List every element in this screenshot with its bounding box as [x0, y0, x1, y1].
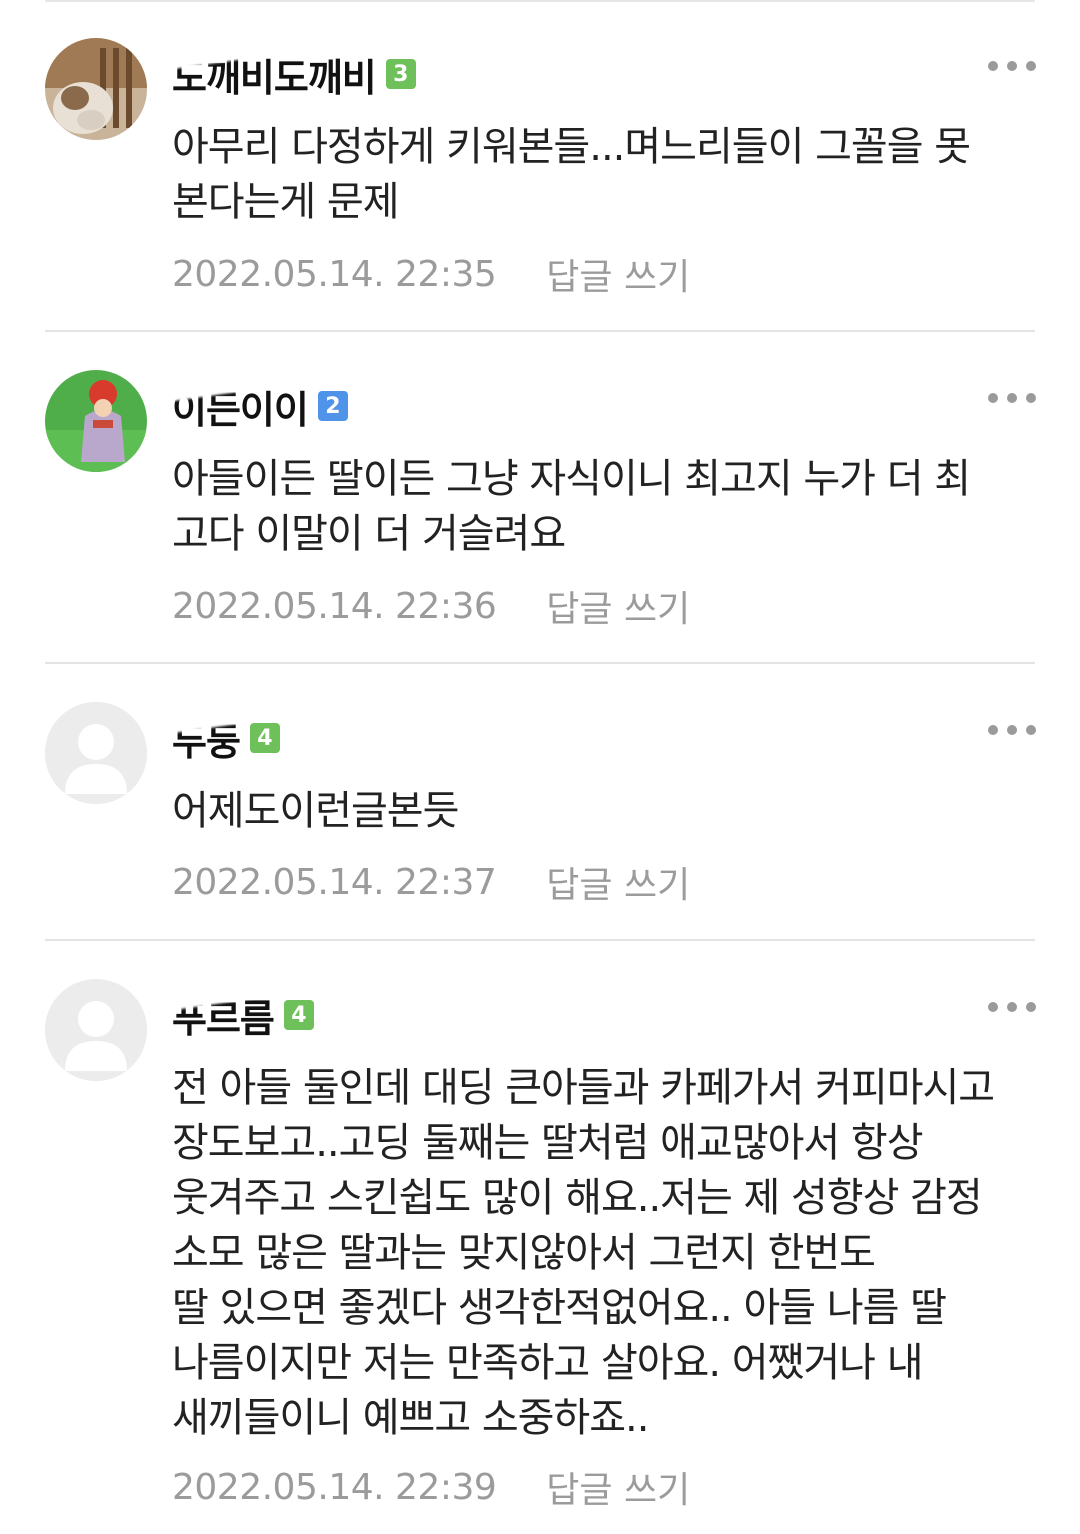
avatar[interactable] — [45, 38, 147, 140]
reply-button[interactable]: 답글 쓰기 — [546, 580, 690, 632]
nickname-row: 두둥 4 — [142, 693, 280, 764]
more-options-icon[interactable] — [988, 724, 1036, 736]
reply-button[interactable]: 답글 쓰기 — [546, 1461, 690, 1513]
top-divider — [45, 0, 1035, 2]
level-badge: 3 — [385, 59, 416, 89]
comment-item: 도깨비도깨비 3 아무리 다정하게 키워본들...며느리들이 그꼴을 못 본다는… — [0, 20, 1080, 332]
level-badge: 4 — [249, 723, 280, 753]
comment-meta: 2022.05.14. 22:37 답글 쓰기 — [172, 856, 690, 908]
nickname[interactable]: 푸르름 — [142, 963, 315, 1043]
comment-divider — [45, 939, 1035, 941]
reply-button[interactable]: 답글 쓰기 — [546, 856, 690, 908]
comment-text: 아들이든 딸이든 그냥 자식이니 최고지 누가 더 최 고다 이말이 더 거슬려… — [172, 456, 971, 557]
comment-item: 푸르름 4 전 아들 둘인데 대딩 큰아들과 카페가서 커피마시고 장도보고..… — [0, 963, 1080, 1534]
level-badge: 4 — [283, 1000, 314, 1030]
more-options-icon[interactable] — [988, 1001, 1036, 1013]
nickname-row: 도깨비도깨비 3 — [142, 20, 416, 100]
timestamp: 2022.05.14. 22:35 — [172, 253, 497, 295]
default-profile-icon — [45, 979, 147, 1081]
comment-meta: 2022.05.14. 22:35 답글 쓰기 — [172, 248, 690, 300]
nickname[interactable]: 도깨비도깨비 — [142, 20, 377, 102]
default-profile-icon — [45, 702, 147, 804]
more-options-icon[interactable] — [988, 60, 1036, 72]
cat-photo-icon — [45, 38, 147, 140]
nickname-row: 푸르름 4 — [142, 963, 315, 1041]
comment-meta: 2022.05.14. 22:39 답글 쓰기 — [172, 1461, 690, 1513]
comment-divider — [45, 330, 1035, 332]
comment-text: 아무리 다정하게 키워본들...며느리들이 그꼴을 못 본다는게 문제 — [172, 124, 971, 225]
nickname[interactable]: 두둥 — [142, 693, 265, 766]
timestamp: 2022.05.14. 22:36 — [172, 585, 497, 627]
avatar[interactable] — [45, 370, 147, 472]
timestamp: 2022.05.14. 22:37 — [172, 861, 497, 903]
avatar[interactable] — [45, 702, 147, 804]
comment-text: 어제도이런글본듯 — [172, 788, 459, 834]
comment-divider — [45, 662, 1035, 664]
nickname-row: 이든이이 2 — [142, 352, 348, 432]
reply-button[interactable]: 답글 쓰기 — [546, 248, 690, 300]
comment-text: 전 아들 둘인데 대딩 큰아들과 카페가서 커피마시고 장도보고..고딩 둘째는… — [172, 1065, 995, 1441]
more-options-icon[interactable] — [988, 392, 1036, 404]
timestamp: 2022.05.14. 22:39 — [172, 1466, 497, 1508]
avatar[interactable] — [45, 979, 147, 1081]
comment-item: 이든이이 2 아들이든 딸이든 그냥 자식이니 최고지 누가 더 최 고다 이말… — [0, 352, 1080, 664]
nickname[interactable]: 이든이이 — [142, 352, 334, 434]
comment-meta: 2022.05.14. 22:36 답글 쓰기 — [172, 580, 690, 632]
level-badge: 2 — [317, 391, 348, 421]
girl-illustration-icon — [45, 370, 147, 472]
comment-item: 두둥 4 어제도이런글본듯 2022.05.14. 22:37 답글 쓰기 — [0, 693, 1080, 942]
